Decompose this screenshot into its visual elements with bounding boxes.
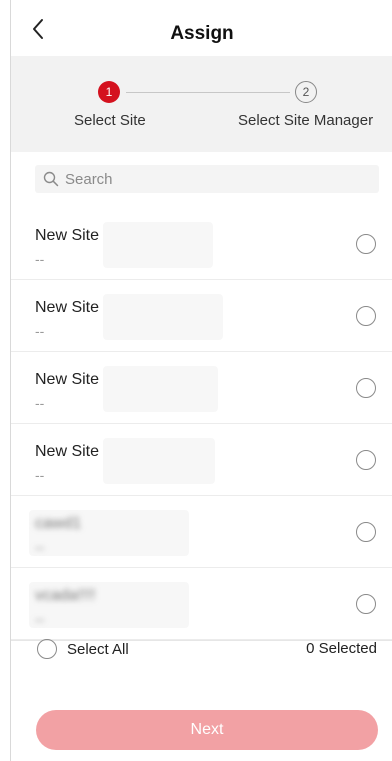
select-all-label: Select All xyxy=(67,640,129,658)
site-radio[interactable] xyxy=(356,378,376,398)
app-frame: Assign 1 2 Select Site Select Site Manag… xyxy=(10,0,392,761)
site-radio[interactable] xyxy=(356,522,376,542)
site-subtitle: -- xyxy=(35,323,45,339)
site-name: New Site xyxy=(35,443,100,460)
list-item[interactable]: New Site -- xyxy=(11,424,392,496)
step-1-indicator: 1 xyxy=(98,81,120,103)
list-item[interactable]: New Site -- xyxy=(11,352,392,424)
site-name: New Site xyxy=(35,299,100,316)
redacted-area xyxy=(103,438,215,484)
redacted-area xyxy=(103,294,223,340)
site-name: New Site xyxy=(35,227,100,244)
stepper: 1 2 Select Site Select Site Manager xyxy=(11,56,392,152)
list-item[interactable]: vcada!!!! -- xyxy=(11,568,392,640)
site-radio[interactable] xyxy=(356,450,376,470)
redacted-area xyxy=(103,366,218,412)
site-subtitle: -- xyxy=(35,611,45,627)
site-list: New Site -- New Site -- New Site -- New … xyxy=(11,208,392,640)
list-item[interactable]: New Site -- xyxy=(11,280,392,352)
site-subtitle: -- xyxy=(35,251,45,267)
site-name: vcada!!!! xyxy=(35,587,96,604)
site-subtitle: -- xyxy=(35,539,45,555)
step-2-indicator: 2 xyxy=(295,81,317,103)
page-title: Assign xyxy=(170,23,234,44)
selected-count: 0 Selected xyxy=(306,640,377,657)
header: Assign xyxy=(11,0,392,56)
select-all-toggle[interactable]: Select All xyxy=(37,638,129,660)
search-input[interactable] xyxy=(65,170,365,188)
site-subtitle: -- xyxy=(35,467,45,483)
site-radio[interactable] xyxy=(356,594,376,614)
site-name: New Site xyxy=(35,371,100,388)
list-item[interactable]: New Site -- xyxy=(11,208,392,280)
site-radio[interactable] xyxy=(356,234,376,254)
site-radio[interactable] xyxy=(356,306,376,326)
step-2-label: Select Site Manager xyxy=(238,112,374,129)
search-bar[interactable] xyxy=(35,165,379,193)
step-connector xyxy=(126,92,290,93)
select-all-radio[interactable] xyxy=(37,639,57,659)
redacted-area xyxy=(103,222,213,268)
list-item[interactable]: cawd1 -- xyxy=(11,496,392,568)
step-1-label: Select Site xyxy=(74,112,146,129)
site-subtitle: -- xyxy=(35,395,45,411)
search-icon xyxy=(43,171,59,187)
site-name: cawd1 xyxy=(35,515,82,532)
next-button[interactable]: Next xyxy=(36,710,378,750)
